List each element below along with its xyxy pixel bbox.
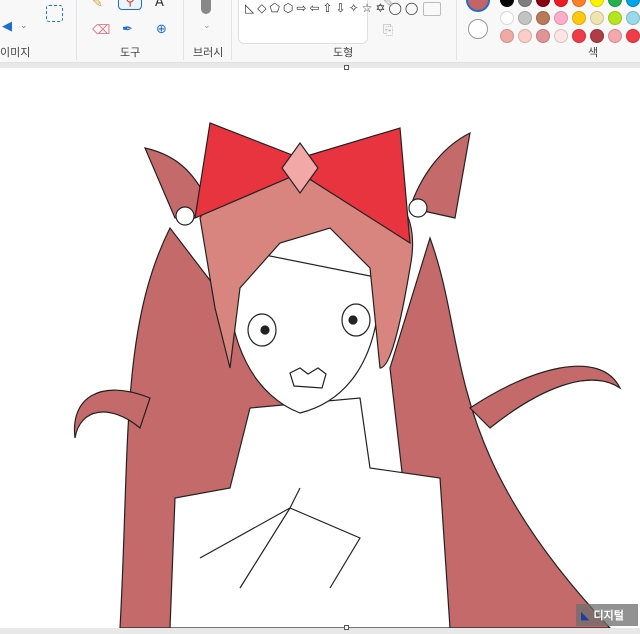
color-swatch[interactable] — [536, 0, 550, 7]
color-swatch[interactable] — [518, 0, 532, 7]
color-swatch[interactable] — [626, 11, 640, 25]
fill-icon[interactable]: ⚲ — [118, 0, 142, 10]
shapes-gallery[interactable]: ◺◇⬠⬡⇨⇦⇧⇩✧☆✡◯◯ — [238, 0, 418, 44]
color-swatch[interactable] — [626, 29, 640, 43]
color-swatch[interactable] — [554, 29, 568, 43]
resize-handle-top[interactable] — [344, 65, 349, 70]
color-swatch[interactable] — [554, 0, 568, 7]
color-swatch[interactable] — [608, 29, 622, 43]
color-swatch[interactable] — [608, 11, 622, 25]
color-swatch[interactable] — [536, 29, 550, 43]
drawing-canvas[interactable]: ◣ 디지털 — [0, 65, 640, 630]
divider — [231, 0, 232, 60]
resize-handle-bottom[interactable] — [344, 625, 349, 630]
fill-style-icon[interactable]: ⎘ — [383, 24, 393, 37]
color-picker-icon[interactable]: ✒ — [122, 23, 133, 36]
color-swatch[interactable] — [500, 0, 514, 7]
outline-icon[interactable]: ✎ — [383, 0, 394, 10]
watermark-text: 디지털 — [593, 609, 624, 622]
group-label-shapes: 도형 — [333, 46, 354, 59]
pencil-icon[interactable]: ✎ — [92, 0, 103, 10]
color-swatch[interactable] — [590, 0, 604, 7]
color-swatch[interactable] — [500, 11, 514, 25]
color-swatch[interactable] — [500, 29, 514, 43]
color-swatch[interactable] — [572, 29, 586, 43]
chevron-down-icon[interactable]: ⌄ — [203, 22, 211, 31]
layers-icon[interactable] — [423, 2, 441, 16]
magnifier-icon[interactable]: ⊕ — [156, 23, 167, 36]
chevron-down-icon[interactable]: ⌄ — [20, 22, 28, 31]
color-swatch[interactable] — [572, 0, 586, 7]
color-swatch[interactable] — [572, 11, 586, 25]
color-swatch[interactable] — [554, 11, 568, 25]
text-icon[interactable]: A — [155, 0, 164, 9]
color-swatch[interactable] — [590, 11, 604, 25]
brush-icon[interactable] — [201, 0, 211, 14]
divider — [76, 0, 77, 60]
image-resize-icon[interactable] — [46, 5, 63, 22]
color-swatch[interactable] — [626, 0, 640, 7]
color-swatch[interactable] — [608, 0, 622, 7]
group-label-brushes: 브러시 — [193, 46, 224, 59]
divider — [456, 0, 457, 60]
group-label-image: 이미지 — [0, 46, 31, 59]
group-label-tools: 도구 — [120, 46, 141, 59]
ribbon-toolbar: ◀ ⌄ 이미지 ✎ ⚲ A ⌫ ✒ ⊕ 도구 ⌄ 브러시 ◺◇⬠⬡⇨⇦⇧⇩✧☆✡… — [0, 0, 640, 63]
color-swatch[interactable] — [518, 11, 532, 25]
group-label-colors: 색 — [588, 46, 599, 59]
eraser-icon[interactable]: ⌫ — [92, 24, 110, 37]
primary-color[interactable] — [466, 0, 490, 12]
anime-girl-drawing — [73, 122, 622, 629]
secondary-color[interactable] — [468, 19, 488, 39]
color-swatch[interactable] — [590, 29, 604, 43]
color-swatch[interactable] — [536, 11, 550, 25]
watermark-logo: ◣ 디지털 — [576, 604, 638, 626]
divider — [183, 0, 184, 60]
color-swatch[interactable] — [518, 29, 532, 43]
rotate-icon[interactable]: ◀ — [2, 20, 12, 33]
